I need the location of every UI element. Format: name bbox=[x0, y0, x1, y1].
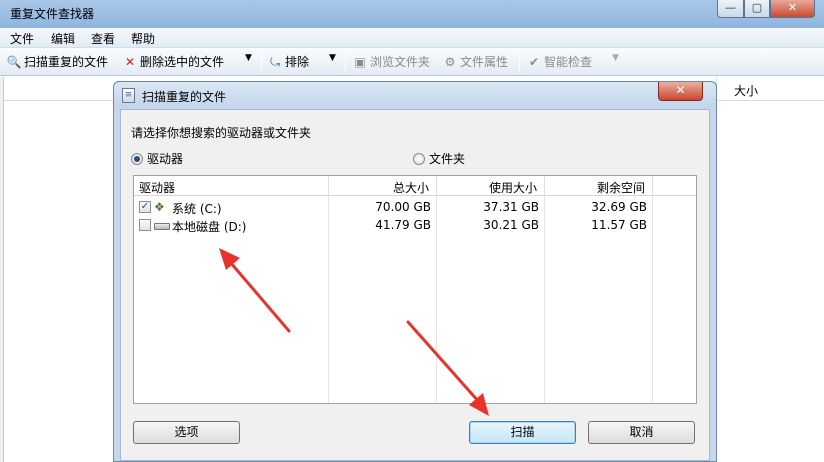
menu-bar: 文件 编辑 查看 帮助 bbox=[0, 28, 824, 48]
drive-row[interactable]: 本地磁盘 (D:) 41.79 GB 30.21 GB 11.57 GB bbox=[134, 216, 696, 234]
radio-unselected-icon bbox=[413, 153, 425, 165]
toolbar: 🔍 扫描重复的文件 ✕ 删除选中的文件 ▼ ⤿ 排除 ▼ ▣ 浏览文件夹 ⚙ 文件属性 ✔… bbox=[0, 48, 824, 76]
menu-view[interactable]: 查看 bbox=[91, 30, 115, 47]
browse-folder-button[interactable]: ▣ 浏览文件夹 bbox=[352, 53, 430, 71]
column-header-used-size[interactable]: 使用大小 bbox=[489, 179, 537, 196]
dialog-close-button[interactable]: ✕ bbox=[658, 82, 703, 101]
scan-dialog: ≡ 扫描重复的文件 ✕ 请选择你想搜索的驱动器或文件夹 驱动器 文件夹 驱动器 … bbox=[113, 81, 717, 462]
delete-selected-label: 删除选中的文件 bbox=[140, 55, 225, 69]
pane-border bbox=[0, 77, 4, 462]
radio-folder-label: 文件夹 bbox=[429, 152, 466, 166]
exclude-dropdown-arrow-icon[interactable]: ▼ bbox=[329, 53, 336, 63]
scan-duplicates-label: 扫描重复的文件 bbox=[24, 55, 109, 69]
scan-duplicates-button[interactable]: 🔍 扫描重复的文件 bbox=[6, 53, 109, 71]
file-properties-label: 文件属性 bbox=[460, 55, 509, 69]
delete-dropdown-arrow-icon[interactable]: ▼ bbox=[245, 53, 252, 63]
drive-checkbox-checked[interactable]: ✓ bbox=[139, 201, 151, 213]
file-properties-icon: ⚙ bbox=[444, 55, 456, 69]
drive-name: 系统 (C:) bbox=[172, 202, 222, 216]
options-button[interactable]: 选项 bbox=[133, 421, 240, 444]
drive-total-size: 41.79 GB bbox=[375, 218, 431, 232]
column-separator[interactable] bbox=[544, 176, 545, 196]
dialog-title: 扫描重复的文件 bbox=[142, 90, 227, 104]
document-icon: ≡ bbox=[122, 88, 135, 103]
drive-free-space: 11.57 GB bbox=[591, 218, 647, 232]
file-properties-button[interactable]: ⚙ 文件属性 bbox=[442, 53, 508, 71]
toolbar-separator bbox=[519, 52, 520, 72]
scan-button[interactable]: 扫描 bbox=[469, 421, 576, 444]
windows-drive-icon: ❖ bbox=[154, 200, 165, 214]
column-header-total-size[interactable]: 总大小 bbox=[393, 179, 429, 196]
dialog-titlebar: ≡ 扫描重复的文件 ✕ bbox=[114, 82, 716, 108]
browse-folder-label: 浏览文件夹 bbox=[370, 55, 431, 69]
delete-selected-button[interactable]: ✕ 删除选中的文件 bbox=[122, 53, 224, 71]
drive-free-space: 32.69 GB bbox=[591, 200, 647, 214]
dialog-body: 请选择你想搜索的驱动器或文件夹 驱动器 文件夹 驱动器 总大小 使用大小 剩余空… bbox=[120, 109, 710, 461]
hard-disk-icon bbox=[154, 223, 170, 230]
smart-check-dropdown-arrow-icon[interactable]: ▼ bbox=[612, 53, 619, 63]
column-separator[interactable] bbox=[652, 176, 653, 196]
menu-file[interactable]: 文件 bbox=[10, 30, 34, 47]
close-button[interactable]: ✕ bbox=[770, 0, 815, 18]
drive-name: 本地磁盘 (D:) bbox=[172, 220, 247, 234]
radio-selected-icon bbox=[131, 153, 143, 165]
column-header-drive[interactable]: 驱动器 bbox=[139, 179, 175, 196]
browse-folder-icon: ▣ bbox=[354, 55, 366, 69]
toolbar-separator bbox=[345, 52, 346, 72]
drive-total-size: 70.00 GB bbox=[375, 200, 431, 214]
radio-folder[interactable]: 文件夹 bbox=[413, 150, 465, 167]
exclude-icon: ⤿ bbox=[270, 55, 280, 69]
window-titlebar: 重复文件查找器 — ▢ ✕ bbox=[0, 0, 824, 28]
drive-list-header: 驱动器 总大小 使用大小 剩余空间 bbox=[134, 176, 696, 196]
drive-list[interactable]: 驱动器 总大小 使用大小 剩余空间 ✓ ❖ 系统 (C:) 70.00 GB 3… bbox=[133, 175, 697, 404]
menu-help[interactable]: 帮助 bbox=[131, 30, 155, 47]
window-title: 重复文件查找器 bbox=[10, 7, 95, 21]
smart-check-label: 智能检查 bbox=[544, 55, 593, 69]
drive-used-size: 37.31 GB bbox=[483, 200, 539, 214]
drive-used-size: 30.21 GB bbox=[483, 218, 539, 232]
dialog-prompt: 请选择你想搜索的驱动器或文件夹 bbox=[131, 126, 312, 140]
smart-check-button[interactable]: ✔ 智能检查 bbox=[526, 53, 592, 71]
maximize-button[interactable]: ▢ bbox=[744, 0, 770, 18]
radio-drive[interactable]: 驱动器 bbox=[131, 150, 183, 167]
minimize-button[interactable]: — bbox=[717, 0, 744, 18]
radio-drive-label: 驱动器 bbox=[147, 152, 184, 166]
cancel-button[interactable]: 取消 bbox=[588, 421, 695, 444]
column-separator[interactable] bbox=[328, 176, 329, 196]
drive-checkbox-unchecked[interactable] bbox=[139, 219, 151, 231]
checkmark-icon: ✔ bbox=[528, 55, 540, 69]
red-x-icon: ✕ bbox=[124, 55, 136, 69]
column-separator[interactable] bbox=[436, 176, 437, 196]
menu-edit[interactable]: 编辑 bbox=[51, 30, 75, 47]
magnifier-icon: 🔍 bbox=[6, 55, 22, 69]
column-header-free-space[interactable]: 剩余空间 bbox=[597, 179, 645, 196]
column-header-size[interactable]: 大小 bbox=[734, 82, 758, 99]
toolbar-separator bbox=[261, 52, 262, 72]
exclude-label: 排除 bbox=[285, 55, 310, 69]
drive-row[interactable]: ✓ ❖ 系统 (C:) 70.00 GB 37.31 GB 32.69 GB bbox=[134, 198, 696, 216]
exclude-button[interactable]: ⤿ 排除 bbox=[267, 53, 309, 71]
